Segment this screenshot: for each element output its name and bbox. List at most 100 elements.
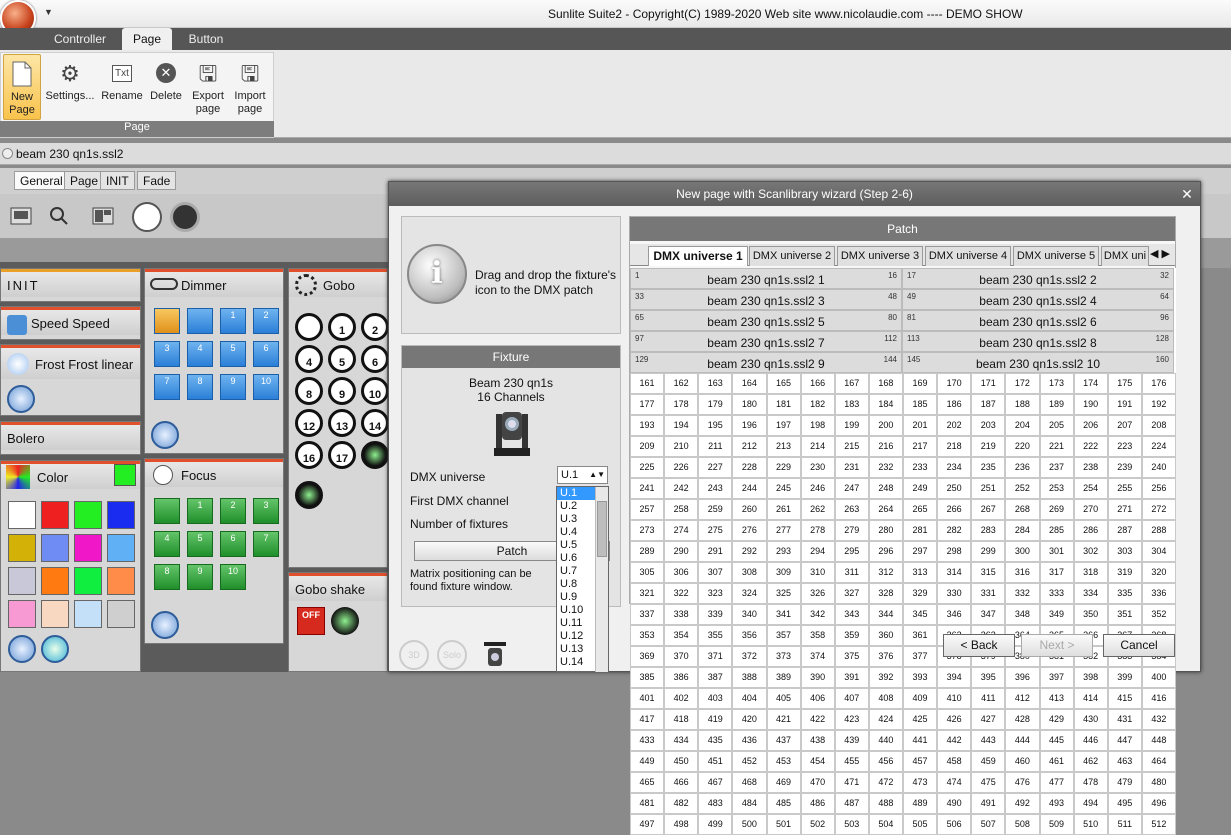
dmx-channel-cell[interactable]: 178 — [664, 394, 699, 415]
dmx-channel-cell[interactable]: 168 — [868, 373, 903, 394]
dmx-channel-cell[interactable]: 396 — [1005, 667, 1040, 688]
dmx-channel-cell[interactable]: 371 — [698, 646, 733, 667]
dmx-channel-cell[interactable]: 482 — [664, 793, 699, 814]
dmx-channel-cell[interactable]: 257 — [630, 499, 665, 520]
dmx-channel-cell[interactable]: 413 — [1039, 688, 1074, 709]
dmx-channel-cell[interactable]: 444 — [1005, 730, 1040, 751]
dmx-channel-cell[interactable]: 377 — [903, 646, 938, 667]
dmx-channel-cell[interactable]: 423 — [834, 709, 869, 730]
dmx-channel-cell[interactable]: 394 — [937, 667, 972, 688]
dmx-channel-cell[interactable]: 236 — [1005, 457, 1040, 478]
dmx-universe-select[interactable]: U.1 ▲▼ — [557, 466, 608, 484]
dmx-channel-cell[interactable]: 460 — [1005, 751, 1040, 772]
gobo-item[interactable] — [361, 441, 389, 469]
dmx-channel-cell[interactable]: 454 — [800, 751, 835, 772]
dmx-channel-cell[interactable]: 201 — [903, 415, 938, 436]
dmx-channel-cell[interactable]: 446 — [1073, 730, 1108, 751]
dmx-channel-cell[interactable]: 412 — [1005, 688, 1040, 709]
dmx-channel-cell[interactable]: 203 — [971, 415, 1006, 436]
dmx-channel-cell[interactable]: 426 — [937, 709, 972, 730]
dmx-channel-cell[interactable]: 388 — [732, 667, 767, 688]
dmx-channel-cell[interactable]: 433 — [630, 730, 665, 751]
dmx-channel-cell[interactable]: 350 — [1073, 604, 1108, 625]
dmx-channel-cell[interactable]: 274 — [664, 520, 699, 541]
dmx-channel-cell[interactable]: 489 — [903, 793, 938, 814]
dmx-channel-cell[interactable]: 197 — [766, 415, 801, 436]
dmx-channel-cell[interactable]: 457 — [903, 751, 938, 772]
dmx-channel-cell[interactable]: 407 — [834, 688, 869, 709]
gobo-spin-icon[interactable] — [295, 481, 323, 509]
dmx-channel-cell[interactable]: 464 — [1141, 751, 1176, 772]
panel-gobo-shake[interactable]: Gobo shake OFF — [288, 572, 388, 672]
dmx-channel-cell[interactable]: 496 — [1141, 793, 1176, 814]
patched-fixture-block[interactable]: 33 48 beam 230 qn1s.ssl2 3 — [630, 289, 902, 310]
dmx-channel-cell[interactable]: 393 — [903, 667, 938, 688]
dmx-channel-cell[interactable]: 251 — [971, 478, 1006, 499]
dmx-channel-cell[interactable]: 338 — [664, 604, 699, 625]
dmx-channel-cell[interactable]: 445 — [1039, 730, 1074, 751]
dimmer-cue[interactable]: 1 — [220, 308, 246, 334]
dmx-channel-cell[interactable]: 234 — [937, 457, 972, 478]
dmx-channel-cell[interactable]: 349 — [1039, 604, 1074, 625]
dmx-channel-cell[interactable]: 230 — [800, 457, 835, 478]
tab-general[interactable]: General — [14, 171, 69, 190]
tab-page-sub[interactable]: Page — [64, 171, 105, 190]
dmx-channel-cell[interactable]: 191 — [1107, 394, 1142, 415]
dmx-channel-cell[interactable]: 184 — [868, 394, 903, 415]
dmx-channel-cell[interactable]: 459 — [971, 751, 1006, 772]
dmx-channel-cell[interactable]: 493 — [1039, 793, 1074, 814]
dmx-channel-cell[interactable]: 391 — [834, 667, 869, 688]
dmx-channel-cell[interactable]: 443 — [971, 730, 1006, 751]
dmx-channel-cell[interactable]: 204 — [1005, 415, 1040, 436]
quick-access-chevron-icon[interactable]: ▼ — [44, 7, 53, 17]
focus-cue[interactable]: 9 — [187, 564, 213, 590]
dmx-channel-cell[interactable]: 292 — [732, 541, 767, 562]
black-circle-button[interactable] — [170, 202, 200, 232]
panel-gobo[interactable]: Gobo 1 2 4 5 6 8 9 10 12 13 14 16 17 — [288, 268, 389, 568]
dmx-channel-cell[interactable]: 351 — [1107, 604, 1142, 625]
dmx-channel-cell[interactable]: 419 — [698, 709, 733, 730]
patched-fixture-block[interactable]: 129 144 beam 230 qn1s.ssl2 9 — [630, 352, 902, 373]
gobo-item[interactable]: 12 — [295, 409, 323, 437]
gobo-shake-off-icon[interactable]: OFF — [297, 607, 325, 635]
dmx-channel-cell[interactable]: 261 — [766, 499, 801, 520]
dimmer-knob[interactable] — [151, 421, 179, 449]
dimmer-cue[interactable] — [154, 308, 180, 334]
gobo-item[interactable]: 13 — [328, 409, 356, 437]
dmx-channel-cell[interactable]: 408 — [868, 688, 903, 709]
dmx-channel-cell[interactable]: 289 — [630, 541, 665, 562]
dmx-channel-cell[interactable]: 451 — [698, 751, 733, 772]
dmx-channel-cell[interactable]: 447 — [1107, 730, 1142, 751]
color-swatch[interactable] — [74, 600, 102, 628]
dmx-channel-cell[interactable]: 448 — [1141, 730, 1176, 751]
dmx-channel-cell[interactable]: 510 — [1073, 814, 1108, 835]
gobo-shake-icon[interactable] — [331, 607, 359, 635]
panel-dimmer[interactable]: Dimmer 1 2 3 4 5 6 7 8 9 10 — [144, 268, 284, 454]
dmx-channel-cell[interactable]: 483 — [698, 793, 733, 814]
dmx-channel-cell[interactable]: 205 — [1039, 415, 1074, 436]
dmx-channel-cell[interactable]: 402 — [664, 688, 699, 709]
dmx-channel-cell[interactable]: 313 — [903, 562, 938, 583]
dmx-channel-cell[interactable]: 392 — [868, 667, 903, 688]
dmx-channel-cell[interactable]: 310 — [800, 562, 835, 583]
dmx-channel-cell[interactable]: 354 — [664, 625, 699, 646]
dmx-channel-cell[interactable]: 359 — [834, 625, 869, 646]
dmx-channel-cell[interactable]: 480 — [1141, 772, 1176, 793]
dmx-channel-cell[interactable]: 361 — [903, 625, 938, 646]
dmx-channel-cell[interactable]: 416 — [1141, 688, 1176, 709]
color-swatch[interactable] — [107, 567, 135, 595]
tab-dmx-universe-3[interactable]: DMX universe 3 — [837, 246, 923, 266]
dmx-channel-cell[interactable]: 258 — [664, 499, 699, 520]
dmx-channel-cell[interactable]: 421 — [766, 709, 801, 730]
dmx-channel-cell[interactable]: 375 — [834, 646, 869, 667]
dmx-channel-cell[interactable]: 389 — [766, 667, 801, 688]
dimmer-cue[interactable]: 5 — [220, 341, 246, 367]
dmx-channel-cell[interactable]: 319 — [1107, 562, 1142, 583]
dmx-channel-cell[interactable]: 360 — [868, 625, 903, 646]
focus-cue[interactable] — [154, 498, 180, 524]
dmx-channel-cell[interactable]: 288 — [1141, 520, 1176, 541]
dmx-channel-cell[interactable]: 221 — [1039, 436, 1074, 457]
dmx-channel-cell[interactable]: 370 — [664, 646, 699, 667]
color-swatch[interactable] — [74, 567, 102, 595]
tab-page[interactable]: Page — [122, 28, 172, 50]
